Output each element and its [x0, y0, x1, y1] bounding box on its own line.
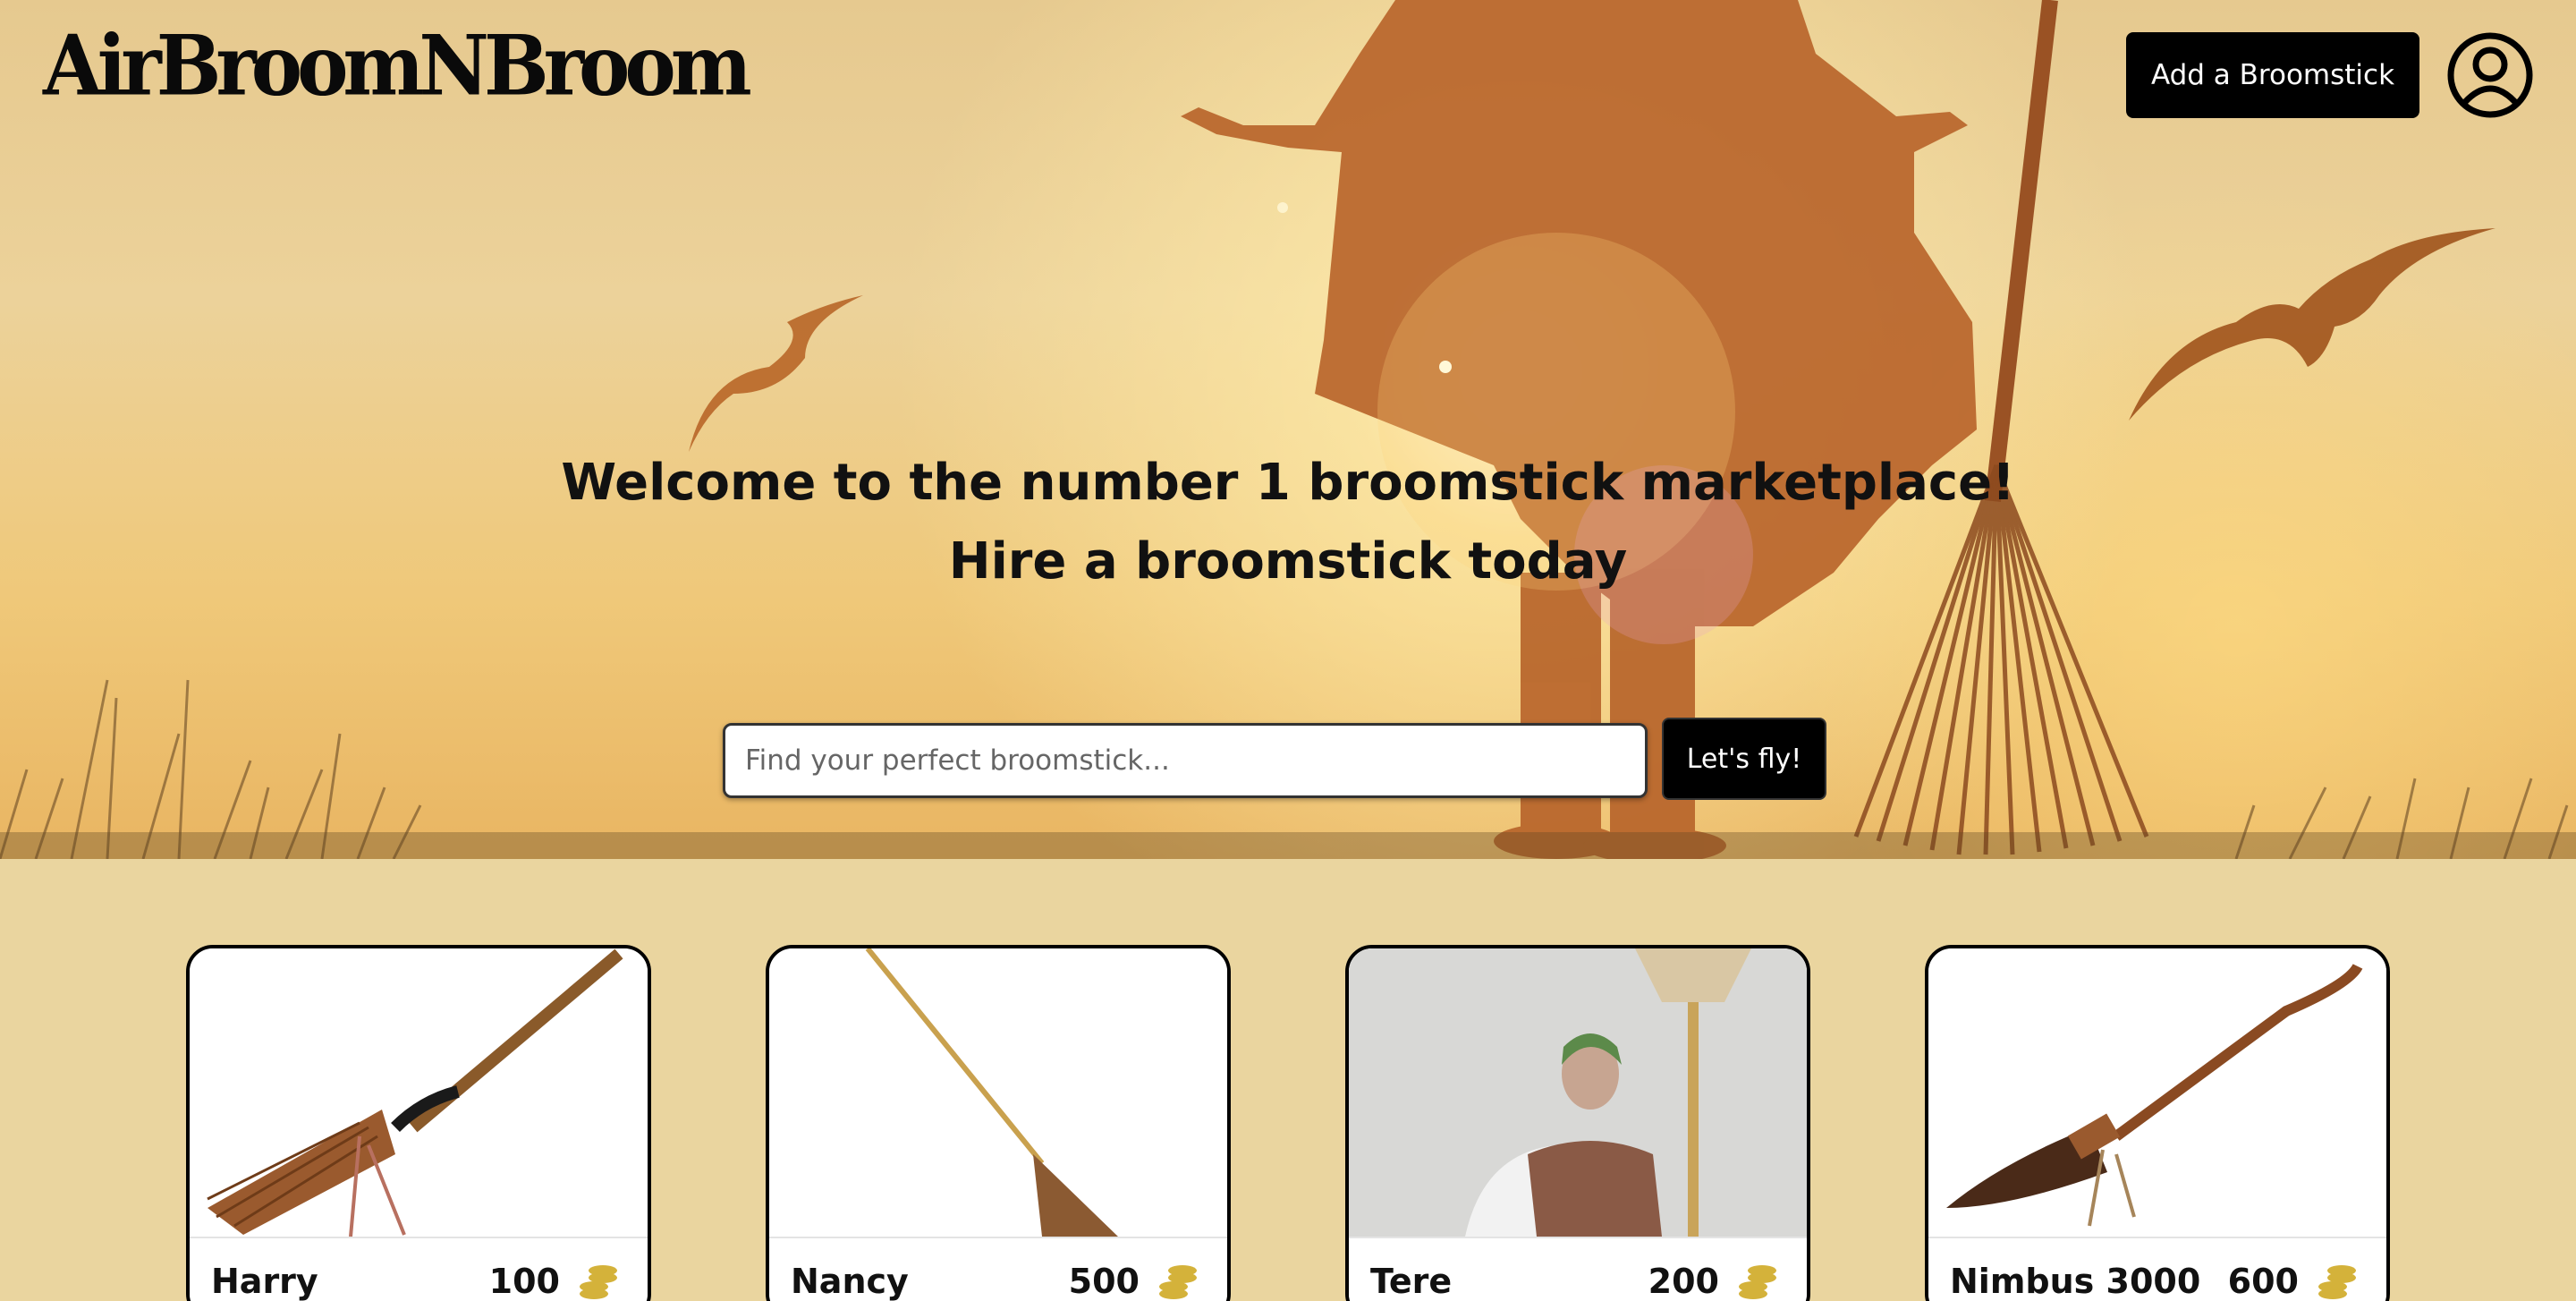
listing-info: Nancy 500 [769, 1237, 1227, 1301]
hero-title-line2: Hire a broomstick today [948, 532, 1628, 591]
user-circle-icon[interactable] [2445, 30, 2535, 120]
app-logo[interactable]: AirBroomNBroom [43, 17, 752, 115]
broomstick-image [1928, 948, 2386, 1237]
search-input[interactable] [723, 723, 1648, 798]
listing-name: Nancy [791, 1262, 909, 1301]
listing-price: 500 [1068, 1262, 1140, 1301]
coins-icon [2318, 1265, 2356, 1299]
listing-info: Harry 100 [190, 1237, 648, 1301]
hero-headline: Welcome to the number 1 broomstick marke… [0, 444, 2576, 601]
hero-title-line1: Welcome to the number 1 broomstick marke… [561, 454, 2015, 512]
add-broomstick-button[interactable]: Add a Broomstick [2126, 32, 2419, 118]
coins-icon [1739, 1265, 1776, 1299]
listing-card[interactable]: Nancy 500 [766, 945, 1231, 1301]
listing-price: 200 [1648, 1262, 1719, 1301]
hero-banner: AirBroomNBroom Add a Broomstick Welcome … [0, 0, 2576, 859]
listing-info: Nimbus 3000 600 [1928, 1237, 2386, 1301]
coins-icon [1159, 1265, 1197, 1299]
listing-photo [1349, 948, 1807, 1237]
listing-name: Nimbus 3000 [1950, 1262, 2201, 1301]
listing-name: Tere [1370, 1262, 1453, 1301]
search-submit-button[interactable]: Let's fly! [1662, 718, 1826, 800]
listing-info: Tere 200 [1349, 1237, 1807, 1301]
listing-card[interactable]: Harry 100 [186, 945, 651, 1301]
listing-card[interactable]: Nimbus 3000 600 [1925, 945, 2390, 1301]
coins-icon [580, 1265, 617, 1299]
listing-name: Harry [211, 1262, 318, 1301]
listing-card[interactable]: Tere 200 [1345, 945, 1810, 1301]
listing-price: 100 [488, 1262, 560, 1301]
broomstick-image [769, 948, 1227, 1237]
broomstick-image [190, 948, 648, 1237]
listing-price: 600 [2227, 1262, 2299, 1301]
